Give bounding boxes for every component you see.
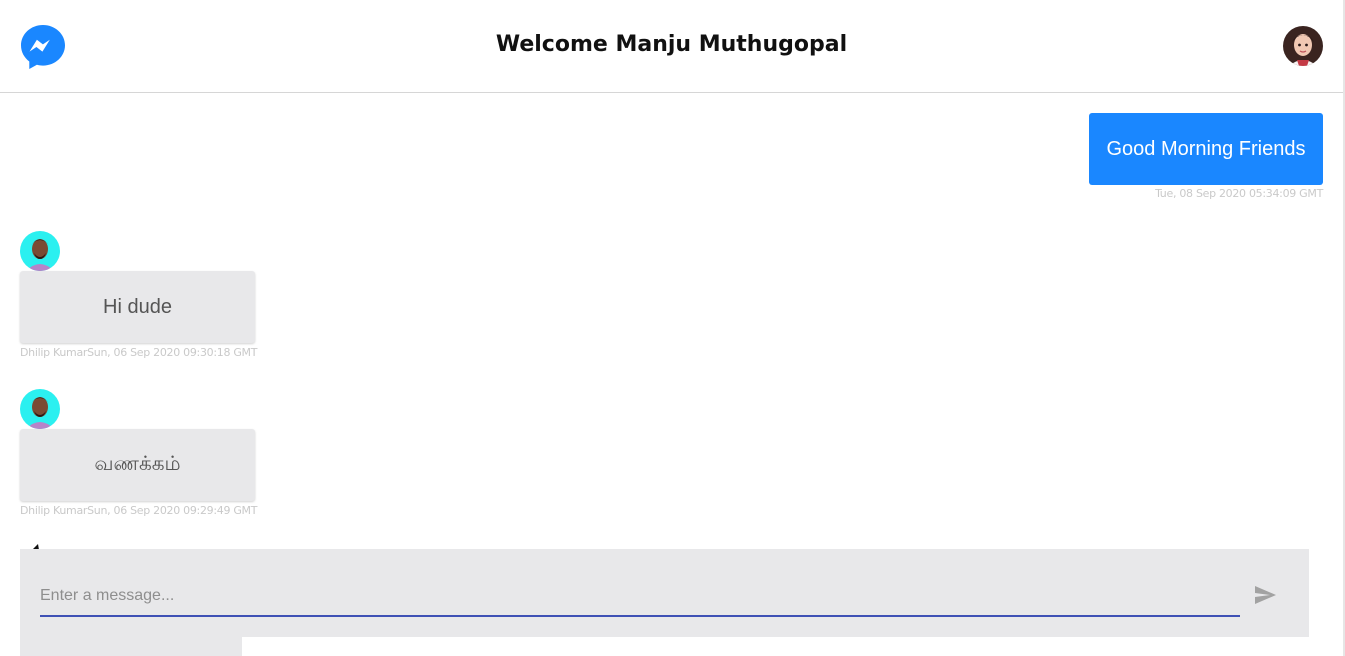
message-input[interactable] [40,577,1240,617]
message-text: Good Morning Friends [1106,137,1306,160]
outgoing-message-bubble: Good Morning Friends [1089,113,1323,185]
user-avatar[interactable] [1283,26,1323,66]
message-composer [20,549,1309,637]
composer-footer-block [20,637,242,656]
message-meta: Dhilip KumarSun, 06 Sep 2020 09:29:49 GM… [20,504,258,517]
sender-avatar[interactable] [20,389,60,429]
app-header: Welcome Manju Muthugopal [0,0,1343,93]
incoming-message-bubble: Hi dude [20,271,255,343]
page-title: Welcome Manju Muthugopal [495,32,848,57]
sender-avatar[interactable] [20,231,60,271]
message-text: வணக்கம் [94,452,181,475]
message-meta: Dhilip KumarSun, 06 Sep 2020 09:30:18 GM… [20,346,258,359]
send-icon[interactable] [1253,583,1277,607]
message-timestamp: Tue, 08 Sep 2020 05:34:09 GMT [1155,187,1323,200]
incoming-message-bubble: வணக்கம் [20,429,255,501]
message-text: Hi dude [103,295,172,318]
